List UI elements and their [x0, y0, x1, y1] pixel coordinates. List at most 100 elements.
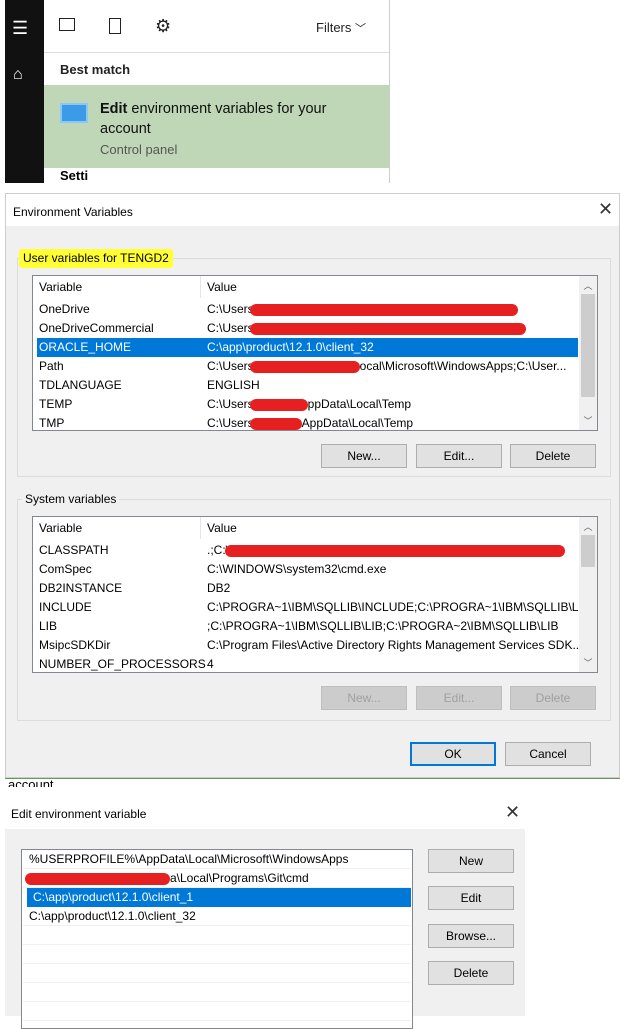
variable-value: C:\Users ocal\Microsoft\WindowsApps;C:\Us…	[207, 359, 567, 373]
variable-row[interactable]: CLASSPATH .;C:\	[37, 541, 578, 560]
variable-row[interactable]: TEMP C:\Users ppData\Local\Temp	[37, 395, 578, 414]
cancel-button[interactable]: Cancel	[505, 742, 591, 766]
home-icon[interactable]: ⌂	[13, 66, 23, 84]
divider	[5, 778, 620, 779]
documents-filter-icon[interactable]	[109, 18, 121, 34]
best-match-heading: Best match	[60, 62, 131, 77]
variable-row[interactable]: Path C:\Users ocal\Microsoft\WindowsApps;C…	[37, 357, 578, 376]
dialog-title: Edit environment variable	[11, 807, 147, 821]
scroll-down-icon[interactable]: ﹀	[579, 414, 597, 427]
empty-entry-row[interactable]	[23, 945, 411, 964]
system-variables-list[interactable]: Variable Value CLASSPATH .;C:\ ComSpec C:\WI…	[32, 516, 598, 673]
variable-name: NUMBER_OF_PROCESSORS	[39, 657, 206, 671]
result-subtitle: Control panel	[100, 142, 178, 157]
user-variables-list[interactable]: Variable Value OneDrive C:\Users OneDriveCo…	[32, 275, 598, 431]
variable-row[interactable]: ComSpec C:\WINDOWS\system32\cmd.exe	[37, 560, 578, 579]
filters-button[interactable]: Filters ﹀	[316, 20, 366, 36]
variable-row[interactable]: OneDrive C:\Users	[37, 300, 578, 319]
environment-variables-dialog: Environment Variables ✕ User variables f…	[5, 193, 620, 778]
start-search-panel: ☰ ⌂ ⚙ Filters ﹀ Best match Edit environm…	[5, 0, 390, 183]
list-header: Variable Value	[33, 517, 597, 539]
user-edit-button[interactable]: Edit...	[416, 444, 502, 468]
redaction-mark	[249, 322, 526, 335]
variable-row[interactable]: INCLUDE C:\PROGRA~1\IBM\SQLLIB\INCLUDE;C:…	[37, 598, 588, 617]
empty-entry-row[interactable]	[23, 926, 411, 945]
settings-filter-icon[interactable]: ⚙	[155, 16, 171, 37]
variable-name: ORACLE_HOME	[39, 340, 132, 354]
variable-row[interactable]: TMP C:\Users AppData\Local\Temp	[37, 414, 578, 430]
scroll-thumb[interactable]	[581, 294, 595, 397]
variable-value: C:\Program Files\Active Directory Rights…	[207, 638, 583, 652]
column-value[interactable]: Value	[207, 521, 237, 535]
variable-value: 4	[207, 657, 214, 671]
redaction-mark	[249, 417, 302, 430]
new-button[interactable]: New	[428, 849, 514, 873]
path-entries-list[interactable]: %USERPROFILE%\AppData\Local\Microsoft\Wi…	[21, 849, 413, 1029]
scrollbar[interactable]: ︿ ﹀	[579, 517, 597, 672]
path-entry-text: a\Local\Programs\Git\cmd	[170, 871, 309, 885]
variable-name: TDLANGUAGE	[39, 378, 122, 392]
variable-row[interactable]: ORACLE_HOME C:\app\product\12.1.0\client_…	[37, 338, 578, 357]
column-value[interactable]: Value	[207, 280, 237, 294]
browse-button[interactable]: Browse...	[428, 924, 514, 948]
delete-button[interactable]: Delete	[428, 961, 514, 985]
path-entry[interactable]: C:\app\product\12.1.0\client_32	[23, 907, 411, 926]
empty-entry-row[interactable]	[23, 964, 411, 983]
variable-row[interactable]: DB2INSTANCE DB2	[37, 579, 578, 598]
path-entry[interactable]: %USERPROFILE%\AppData\Local\Microsoft\Wi…	[23, 850, 411, 869]
apps-filter-icon[interactable]	[59, 18, 75, 31]
scroll-thumb[interactable]	[581, 535, 595, 567]
path-entry[interactable]: a\Local\Programs\Git\cmd	[23, 869, 411, 888]
variable-row[interactable]: LIB ;C:\PROGRA~1\IBM\SQLLIB\LIB;C:\PROGRA…	[37, 617, 578, 636]
column-variable[interactable]: Variable	[39, 280, 82, 294]
title-bar: Edit environment variable ✕	[5, 795, 525, 829]
start-sidebar: ☰ ⌂	[5, 0, 44, 183]
variable-name: MsipcSDKDir	[39, 638, 111, 652]
path-entry-text: C:\app\product\12.1.0\client_32	[29, 909, 196, 923]
best-match-result[interactable]: Edit environment variables for your acco…	[44, 85, 389, 168]
system-delete-button[interactable]: Delete	[510, 686, 596, 710]
system-edit-button[interactable]: Edit...	[416, 686, 502, 710]
variable-value: ;C:\PROGRA~1\IBM\SQLLIB\LIB;C:\PROGRA~2\…	[207, 619, 559, 633]
scroll-up-icon[interactable]: ︿	[579, 279, 597, 292]
variable-value: DB2	[207, 581, 231, 595]
behind-window-text: account	[8, 778, 54, 787]
scroll-down-icon[interactable]: ﹀	[579, 656, 597, 669]
divider	[44, 52, 389, 53]
dialog-title: Environment Variables	[13, 205, 133, 219]
empty-entry-row[interactable]	[23, 983, 411, 1002]
close-icon[interactable]: ✕	[505, 802, 520, 823]
result-title: Edit environment variables for your acco…	[100, 101, 327, 137]
filters-label: Filters	[316, 20, 352, 35]
path-entry[interactable]: C:\app\product\12.1.0\client_1	[27, 888, 411, 907]
redaction-mark	[249, 398, 308, 411]
hamburger-menu-icon[interactable]: ☰	[12, 18, 28, 39]
empty-entry-row[interactable]	[23, 1002, 411, 1021]
variable-name: ComSpec	[39, 562, 92, 576]
column-variable[interactable]: Variable	[39, 521, 82, 535]
redaction-mark	[249, 360, 360, 373]
scroll-up-icon[interactable]: ︿	[579, 520, 597, 533]
list-header: Variable Value	[33, 276, 597, 298]
variable-row[interactable]: NUMBER_OF_PROCESSORS 4	[37, 655, 578, 672]
edit-button[interactable]: Edit	[428, 886, 514, 910]
variable-row[interactable]: OneDriveCommercial C:\Users	[37, 319, 578, 338]
user-delete-button[interactable]: Delete	[510, 444, 596, 468]
variable-row[interactable]: TDLANGUAGE ENGLISH	[37, 376, 578, 395]
variable-row[interactable]: MsipcSDKDir C:\Program Files\Active Direc…	[37, 636, 582, 655]
chevron-down-icon: ﹀	[355, 23, 367, 35]
variable-name: TMP	[39, 416, 65, 430]
variable-value: C:\app\product\12.1.0\client_32	[207, 340, 374, 354]
user-new-button[interactable]: New...	[321, 444, 407, 468]
user-variables-label: User variables for TENGD2	[19, 249, 173, 268]
variable-name: DB2INSTANCE	[39, 581, 123, 595]
variable-name: LIB	[39, 619, 58, 633]
scrollbar[interactable]: ︿ ﹀	[579, 276, 597, 430]
close-icon[interactable]: ✕	[598, 199, 613, 220]
title-bar: Environment Variables ✕	[6, 194, 619, 226]
ok-button[interactable]: OK	[410, 742, 496, 766]
redaction-mark	[25, 872, 170, 885]
variable-name: OneDrive	[39, 302, 90, 316]
redaction-mark	[249, 303, 518, 316]
system-new-button[interactable]: New...	[321, 686, 407, 710]
